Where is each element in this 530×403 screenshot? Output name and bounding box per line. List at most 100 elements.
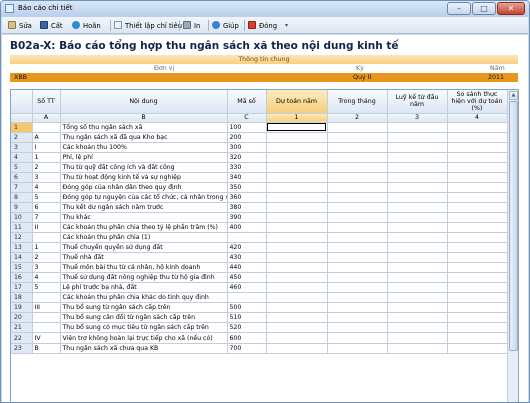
annual-estimate-cell[interactable]	[266, 222, 328, 234]
in-month-cell[interactable]	[327, 162, 388, 173]
ytd-cell[interactable]	[387, 292, 448, 304]
comparison-cell[interactable]	[447, 332, 508, 344]
table-row[interactable]: 8 5 Đóng góp tự nguyện của các tổ chức, cá…	[11, 192, 508, 203]
annual-estimate-cell[interactable]	[266, 312, 328, 324]
table-row[interactable]: 13 1 Thuế chuyển quyền sử dụng đất 420	[11, 242, 508, 254]
scroll-thumb[interactable]	[509, 101, 518, 351]
code-cell[interactable]: 360	[227, 192, 267, 203]
annual-estimate-cell[interactable]	[266, 262, 328, 274]
stt-cell[interactable]	[32, 312, 61, 324]
row-number[interactable]: 4	[11, 152, 33, 163]
in-month-cell[interactable]	[327, 222, 388, 234]
stt-cell[interactable]: IV	[32, 332, 61, 344]
vertical-scrollbar[interactable]: ▲ ▼	[507, 90, 518, 402]
ytd-cell[interactable]	[387, 312, 448, 324]
table-row[interactable]: 6 3 Thu từ hoạt động kinh tế và sự nghiệp 3…	[11, 172, 508, 183]
ytd-cell[interactable]	[387, 172, 448, 183]
ytd-cell[interactable]	[387, 132, 448, 143]
code-cell[interactable]: 350	[227, 182, 267, 193]
annual-estimate-cell[interactable]	[266, 202, 328, 213]
content-cell[interactable]: Đóng góp tự nguyện của các tổ chức, cá n…	[60, 192, 228, 203]
col-header-ytd[interactable]: Luỹ kế từ đầu năm	[387, 90, 448, 114]
code-cell[interactable]: 400	[227, 222, 267, 234]
code-cell[interactable]: 330	[227, 162, 267, 173]
code-cell[interactable]: 340	[227, 172, 267, 183]
in-month-cell[interactable]	[327, 232, 388, 244]
comparison-cell[interactable]	[447, 132, 508, 143]
content-cell[interactable]: Thuế sử dụng đất nông nghiệp thu từ hộ g…	[60, 272, 228, 284]
help-button[interactable]: Giúp	[212, 20, 239, 32]
code-cell[interactable]: 390	[227, 212, 267, 223]
content-cell[interactable]: Thu ngân sách xã chưa qua KB	[60, 343, 228, 354]
report-grid[interactable]: Số TT Nội dung Mã số Dự toán năm Trong t…	[10, 89, 519, 402]
annual-estimate-cell[interactable]	[266, 332, 328, 344]
annual-estimate-cell[interactable]	[266, 212, 328, 223]
code-cell[interactable]: 450	[227, 272, 267, 284]
comparison-cell[interactable]	[447, 292, 508, 304]
annual-estimate-cell[interactable]	[266, 272, 328, 284]
comparison-cell[interactable]	[447, 282, 508, 294]
annual-estimate-cell[interactable]	[266, 232, 328, 244]
comparison-cell[interactable]	[447, 262, 508, 274]
content-cell[interactable]: Đóng góp của nhân dân theo quy định	[60, 182, 228, 193]
col-header-comparison[interactable]: So sánh thực hiện với dự toán (%)	[447, 90, 508, 114]
comparison-cell[interactable]	[447, 312, 508, 324]
ytd-cell[interactable]	[387, 232, 448, 244]
stt-cell[interactable]: 4	[32, 182, 61, 193]
code-cell[interactable]: 100	[227, 122, 267, 133]
ytd-cell[interactable]	[387, 242, 448, 254]
corner-header[interactable]	[11, 90, 33, 114]
code-cell[interactable]: 460	[227, 282, 267, 294]
ytd-cell[interactable]	[387, 262, 448, 274]
table-row[interactable]: 10 7 Thu khác 390	[11, 212, 508, 223]
table-row[interactable]: 12 Các khoản thu phân chia (1)	[11, 232, 508, 244]
in-month-cell[interactable]	[327, 262, 388, 274]
code-cell[interactable]: 700	[227, 343, 267, 354]
row-number[interactable]: 19	[11, 302, 33, 314]
row-number[interactable]: 7	[11, 182, 33, 193]
close-window-button[interactable]: ✕	[497, 2, 525, 15]
ytd-cell[interactable]	[387, 122, 448, 133]
maximize-button[interactable]: □	[472, 2, 496, 15]
comparison-cell[interactable]	[447, 122, 508, 133]
row-number[interactable]: 12	[11, 232, 33, 244]
row-number[interactable]: 3	[11, 142, 33, 153]
ytd-cell[interactable]	[387, 182, 448, 193]
title-bar[interactable]: Báo cáo chi tiết – □ ✕	[1, 1, 529, 17]
in-month-cell[interactable]	[327, 132, 388, 143]
annual-estimate-cell[interactable]	[266, 282, 328, 294]
code-cell[interactable]: 320	[227, 152, 267, 163]
stt-cell[interactable]: 6	[32, 202, 61, 213]
in-month-cell[interactable]	[327, 302, 388, 314]
annual-estimate-cell[interactable]	[266, 152, 328, 163]
row-number[interactable]: 13	[11, 242, 33, 254]
stt-cell[interactable]: 2	[32, 162, 61, 173]
code-cell[interactable]: 430	[227, 252, 267, 264]
table-row[interactable]: 7 4 Đóng góp của nhân dân theo quy định 350	[11, 182, 508, 193]
table-row[interactable]: 19 III Thu bổ sung từ ngân sách cấp trên 50…	[11, 302, 508, 314]
ytd-cell[interactable]	[387, 282, 448, 294]
row-number[interactable]: 6	[11, 172, 33, 183]
row-number[interactable]: 1	[11, 122, 33, 133]
in-month-cell[interactable]	[327, 322, 388, 334]
content-cell[interactable]: Các khoản thu phân chia khác do tỉnh quy…	[60, 292, 228, 304]
content-cell[interactable]: Thu từ hoạt động kinh tế và sự nghiệp	[60, 172, 228, 183]
annual-estimate-cell[interactable]	[266, 192, 328, 203]
content-cell[interactable]: Thu khác	[60, 212, 228, 223]
content-cell[interactable]: Các khoản thu phân chia (1)	[60, 232, 228, 244]
code-cell[interactable]: 500	[227, 302, 267, 314]
stt-cell[interactable]	[32, 322, 61, 334]
in-month-cell[interactable]	[327, 312, 388, 324]
stt-cell[interactable]: 5	[32, 282, 61, 294]
code-cell[interactable]: 380	[227, 202, 267, 213]
in-month-cell[interactable]	[327, 252, 388, 264]
comparison-cell[interactable]	[447, 172, 508, 183]
minimize-button[interactable]: –	[447, 2, 471, 15]
row-number[interactable]: 20	[11, 312, 33, 324]
annual-estimate-cell[interactable]	[266, 142, 328, 153]
annual-estimate-cell[interactable]	[266, 182, 328, 193]
row-number[interactable]: 22	[11, 332, 33, 344]
in-month-cell[interactable]	[327, 122, 388, 133]
content-cell[interactable]: Viện trợ không hoàn lại trực tiếp cho xã…	[60, 332, 228, 344]
row-number[interactable]: 18	[11, 292, 33, 304]
